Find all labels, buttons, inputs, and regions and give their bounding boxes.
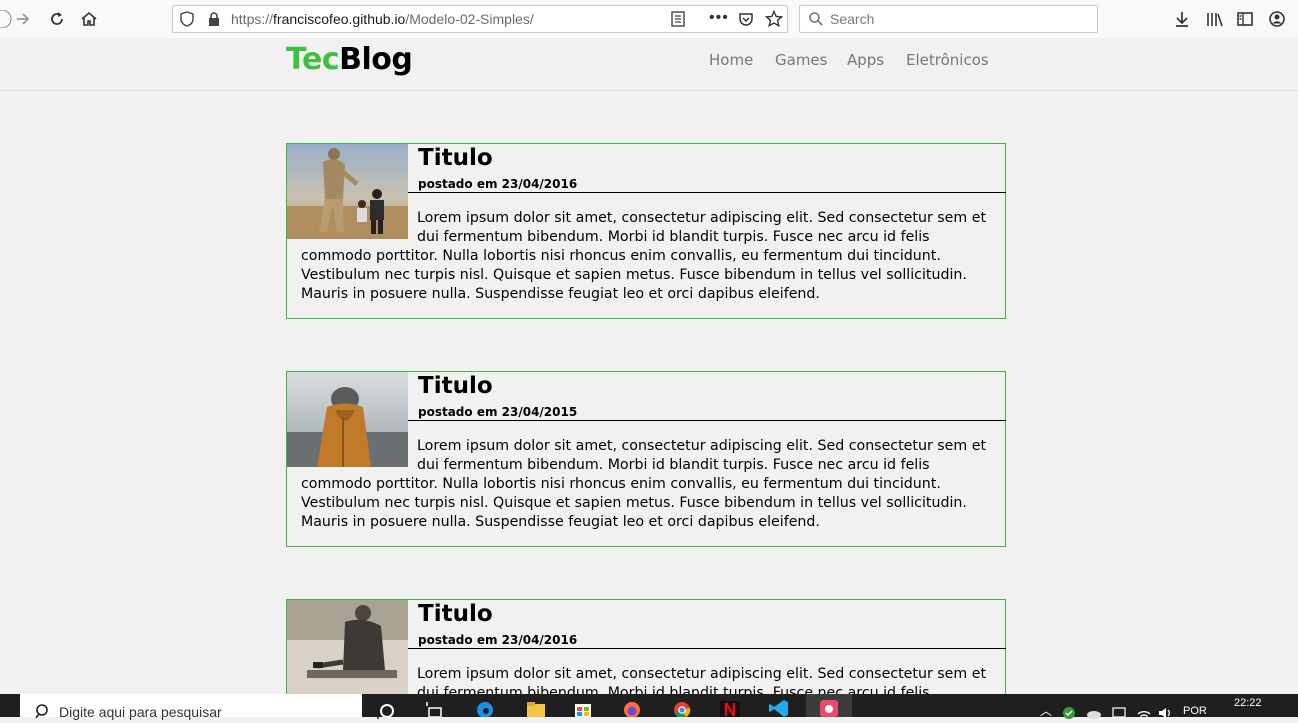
search-icon	[34, 703, 50, 722]
post-card: Titulo postado em 23/04/2016 Lorem ipsum…	[286, 599, 1006, 720]
nav-eletronicos[interactable]: Eletrônicos	[906, 51, 989, 69]
url-text[interactable]: https://franciscofeo.github.io/Modelo-02…	[231, 11, 534, 27]
store-icon[interactable]	[574, 698, 592, 717]
wifi-icon[interactable]	[1136, 704, 1152, 718]
search-icon	[808, 11, 824, 30]
post-body: Lorem ipsum dolor sit amet, consectetur …	[301, 437, 991, 532]
chrome-icon[interactable]	[672, 698, 691, 719]
site-logo[interactable]: TecBlog	[286, 42, 413, 77]
home-icon[interactable]	[78, 8, 100, 30]
security-tray-icon[interactable]	[1062, 704, 1076, 719]
url-path: /Modelo-02-Simples/	[405, 11, 534, 27]
url-host: franciscofeo.github.io	[273, 11, 406, 27]
post-date: postado em 23/04/2016	[418, 633, 578, 647]
network-icon[interactable]	[1112, 704, 1126, 718]
nav-games[interactable]: Games	[775, 51, 827, 69]
library-icon[interactable]	[1203, 8, 1225, 30]
site-header: TecBlog Home Games Apps Eletrônicos	[0, 38, 1298, 91]
task-view-icon[interactable]	[426, 698, 444, 718]
screen-recorder-app[interactable]	[806, 694, 852, 717]
browser-toolbar: https://franciscofeo.github.io/Modelo-02…	[0, 0, 1298, 38]
bookmark-star-icon[interactable]	[764, 9, 784, 31]
netflix-icon[interactable]	[720, 698, 740, 717]
sidebar-icon[interactable]	[1234, 8, 1256, 30]
lock-icon[interactable]	[207, 11, 221, 30]
post-divider	[408, 420, 1006, 421]
edge-icon[interactable]	[476, 698, 494, 718]
downloads-icon[interactable]	[1171, 8, 1193, 30]
taskbar: Digite aqui para pesquisar ︿ POR 22:22	[0, 694, 1298, 720]
cortana-icon[interactable]	[378, 698, 396, 718]
post-title[interactable]: Titulo	[418, 373, 493, 399]
taskbar-search[interactable]: Digite aqui para pesquisar	[20, 694, 362, 720]
post-date: postado em 23/04/2015	[418, 405, 578, 419]
post-body: Lorem ipsum dolor sit amet, consectetur …	[301, 209, 991, 304]
file-explorer-icon[interactable]	[526, 698, 545, 717]
shield-icon[interactable]	[179, 11, 195, 30]
show-hidden-icons[interactable]: ︿	[1040, 702, 1052, 719]
firefox-icon[interactable]	[622, 698, 640, 718]
forward-icon[interactable]	[12, 8, 34, 30]
url-bar[interactable]: https://franciscofeo.github.io/Modelo-02…	[172, 5, 788, 33]
post-card: Titulo postado em 23/04/2015 Lorem ipsum…	[286, 371, 1006, 547]
reader-view-icon[interactable]	[670, 11, 686, 30]
post-title[interactable]: Titulo	[418, 145, 493, 171]
search-bar[interactable]: Search	[799, 5, 1098, 33]
reload-icon[interactable]	[46, 8, 68, 30]
post-divider	[408, 192, 1006, 193]
logo-blog: Blog	[339, 42, 413, 77]
vscode-icon[interactable]	[768, 698, 788, 717]
post-date: postado em 23/04/2016	[418, 177, 578, 191]
clock-time[interactable]: 22:22	[1234, 697, 1262, 709]
volume-icon[interactable]	[1157, 704, 1173, 718]
post-divider	[408, 648, 1006, 649]
nav-home[interactable]: Home	[709, 51, 753, 69]
page-actions-icon[interactable]: •••	[709, 9, 729, 27]
logo-tec: Tec	[286, 42, 340, 77]
language-indicator[interactable]: POR	[1183, 705, 1207, 717]
taskbar-search-input[interactable]: Digite aqui para pesquisar	[59, 704, 222, 720]
cloud-tray-icon[interactable]	[1086, 704, 1102, 719]
url-prefix: https://	[231, 11, 274, 27]
search-input[interactable]: Search	[830, 11, 874, 27]
post-card: Titulo postado em 23/04/2016 Lorem ipsum…	[286, 143, 1006, 319]
post-title[interactable]: Titulo	[418, 601, 493, 627]
nav-apps[interactable]: Apps	[847, 51, 884, 69]
account-icon[interactable]	[1266, 8, 1288, 30]
pocket-icon[interactable]	[738, 11, 754, 30]
